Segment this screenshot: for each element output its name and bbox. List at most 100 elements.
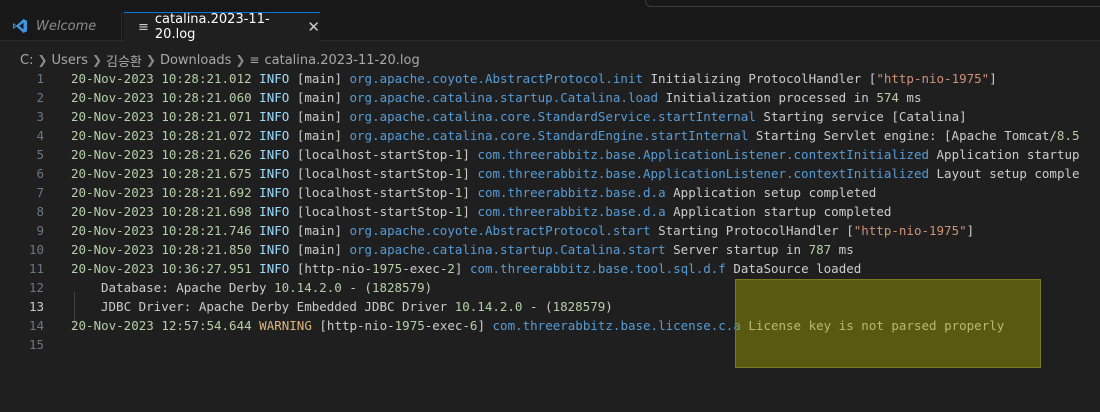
- log-date: 20-Nov-2023: [71, 147, 154, 162]
- log-line[interactable]: 9 20-Nov-2023 10:28:21.746 INFO [main] or…: [0, 221, 1100, 240]
- log-time: 10:28:21.012: [161, 71, 252, 86]
- log-number: 1975: [394, 318, 425, 333]
- log-level: INFO: [259, 109, 290, 124]
- vscode-icon: [13, 19, 27, 33]
- log-date: 20-Nov-2023: [71, 242, 154, 257]
- line-number: 8: [36, 204, 44, 219]
- log-number: 2: [447, 261, 455, 276]
- line-content: 20-Nov-2023 10:28:21.012 INFO [main] org…: [71, 69, 997, 88]
- log-number: 10.14.2.0: [454, 299, 523, 314]
- log-date: 20-Nov-2023: [71, 166, 154, 181]
- tab-welcome[interactable]: Welcome: [0, 12, 122, 40]
- line-content: 20-Nov-2023 10:28:21.626 INFO [localhost…: [71, 145, 1080, 164]
- line-number: 4: [36, 128, 44, 143]
- log-text: [http-nio-: [319, 318, 395, 333]
- log-line[interactable]: 4 20-Nov-2023 10:28:21.072 INFO [main] or…: [0, 126, 1100, 145]
- log-time: 12:57:54.644: [161, 318, 252, 333]
- line-number: 6: [36, 166, 44, 181]
- line-number: 7: [36, 185, 44, 200]
- close-icon[interactable]: ✕: [307, 18, 320, 36]
- log-line[interactable]: 2 20-Nov-2023 10:28:21.060 INFO [main] or…: [0, 88, 1100, 107]
- line-content: JDBC Driver: Apache Derby Embedded JDBC …: [71, 297, 613, 330]
- chevron-right-icon: ❯: [235, 53, 246, 67]
- log-line[interactable]: 10 20-Nov-2023 10:28:21.850 INFO [main] o…: [0, 240, 1100, 259]
- breadcrumb-item-downloads[interactable]: Downloads: [160, 53, 231, 68]
- log-text: Layout setup comple: [936, 166, 1080, 181]
- breadcrumb-item-drive[interactable]: C:: [20, 53, 33, 68]
- tab-catalina-log[interactable]: ≡ catalina.2023-11-20.log ✕: [124, 12, 320, 42]
- log-text: ): [605, 299, 613, 314]
- log-text: -exec-: [424, 318, 470, 333]
- log-line[interactable]: 1 20-Nov-2023 10:28:21.012 INFO [main] or…: [0, 69, 1100, 88]
- log-line[interactable]: 3 20-Nov-2023 10:28:21.071 INFO [main] or…: [0, 107, 1100, 126]
- log-text: Starting Servlet engine: [Apache Tomcat/: [755, 128, 1057, 143]
- breadcrumb-item-user[interactable]: 김승환: [106, 51, 142, 70]
- log-level: WARNING: [259, 318, 312, 333]
- log-date: 20-Nov-2023: [71, 204, 154, 219]
- line-content: 20-Nov-2023 10:28:21.071 INFO [main] org…: [71, 107, 967, 126]
- chevron-right-icon: ❯: [37, 53, 48, 67]
- log-time: 10:28:21.072: [161, 128, 252, 143]
- log-time: 10:28:21.746: [161, 223, 252, 238]
- line-number: 2: [36, 90, 44, 105]
- log-number: 1828579: [552, 299, 606, 314]
- line-number: 11: [28, 261, 44, 276]
- log-date: 20-Nov-2023: [71, 185, 154, 200]
- line-content: 20-Nov-2023 10:28:21.072 INFO [main] org…: [71, 126, 1080, 145]
- line-number: 3: [36, 109, 44, 124]
- log-text: Initializing ProtocolHandler [: [650, 71, 877, 86]
- log-line[interactable]: 11 20-Nov-2023 10:36:27.951 INFO [http-ni…: [0, 259, 1100, 278]
- line-number: 13: [28, 299, 44, 314]
- line-content: 20-Nov-2023 10:28:21.698 INFO [localhost…: [71, 202, 891, 221]
- log-class: com.threerabbitz.base.license.c.a: [492, 318, 741, 333]
- log-line[interactable]: 5 20-Nov-2023 10:28:21.626 INFO [localhos…: [0, 145, 1100, 164]
- log-text: Application setup completed: [673, 185, 877, 200]
- log-level: INFO: [259, 204, 290, 219]
- line-number: 15: [28, 337, 44, 352]
- log-time: 10:28:21.060: [161, 90, 252, 105]
- log-text: [main]: [296, 90, 342, 105]
- log-number: 8.5: [1056, 128, 1080, 143]
- breadcrumb-item-users[interactable]: Users: [52, 53, 88, 68]
- log-level: INFO: [259, 185, 290, 200]
- log-time: 10:28:21.692: [161, 185, 252, 200]
- log-text: DataSource loaded: [733, 261, 862, 276]
- log-text: ]: [477, 318, 485, 333]
- chevron-right-icon: ❯: [145, 53, 156, 67]
- log-date: 20-Nov-2023: [71, 318, 154, 333]
- log-level: INFO: [259, 128, 290, 143]
- log-class: com.threerabbitz.base.d.a: [477, 204, 666, 219]
- log-text: Server startup in: [673, 242, 809, 257]
- log-text: ]: [462, 147, 470, 162]
- breadcrumb-item-file[interactable]: catalina.2023-11-20.log: [264, 53, 419, 68]
- line-content: 20-Nov-2023 10:36:27.951 INFO [http-nio-…: [71, 259, 861, 278]
- file-lines-icon: ≡: [138, 19, 149, 35]
- title-bar-edge: [645, 0, 1100, 7]
- log-line[interactable]: 6 20-Nov-2023 10:28:21.675 INFO [localhos…: [0, 164, 1100, 183]
- log-number: 10.14.2.0: [274, 280, 342, 295]
- tab-bar: Welcome ≡ catalina.2023-11-20.log ✕: [0, 0, 1100, 42]
- line-content: 20-Nov-2023 10:28:21.850 INFO [main] org…: [71, 240, 854, 259]
- log-text: [main]: [296, 242, 342, 257]
- log-date: 20-Nov-2023: [71, 90, 154, 105]
- log-level: INFO: [259, 261, 290, 276]
- log-time: 10:28:21.626: [161, 147, 252, 162]
- log-line[interactable]: 8 20-Nov-2023 10:28:21.698 INFO [localhos…: [0, 202, 1100, 221]
- log-line[interactable]: 7 20-Nov-2023 10:28:21.692 INFO [localhos…: [0, 183, 1100, 202]
